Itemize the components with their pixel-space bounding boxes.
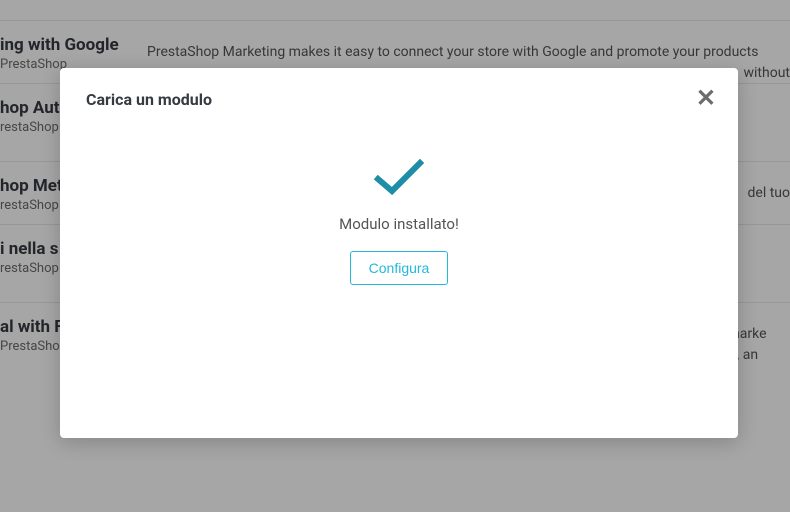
upload-module-modal: Carica un modulo ✕ Modulo installato! Co…	[60, 68, 738, 438]
install-status-text: Modulo installato!	[60, 215, 738, 233]
modal-body: Modulo installato! Configura	[60, 109, 738, 285]
modal-title: Carica un modulo	[86, 90, 712, 109]
modal-header: Carica un modulo ✕	[60, 68, 738, 109]
checkmark-icon	[372, 157, 426, 201]
close-icon[interactable]: ✕	[696, 86, 716, 110]
configure-button[interactable]: Configura	[350, 251, 449, 285]
